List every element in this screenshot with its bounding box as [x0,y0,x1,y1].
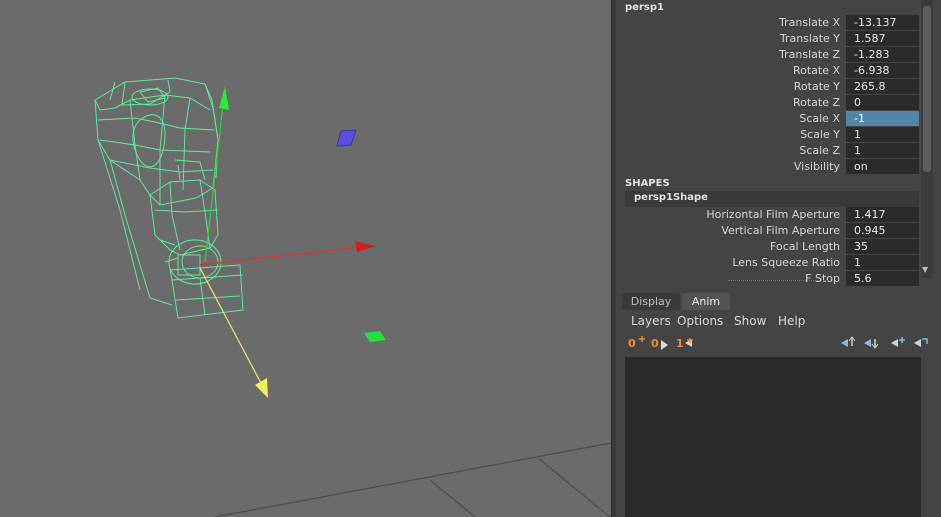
attribute-row[interactable]: Vertical Film Aperture 0.945 [616,223,919,238]
attribute-row[interactable]: Translate X -13.137 [616,15,919,30]
move-layer-up-icon[interactable] [838,336,856,350]
ground-grid [214,442,611,517]
attribute-row[interactable]: Scale Z 1 [616,143,919,158]
attribute-row[interactable]: Focal Length 35 [616,239,919,254]
channel-box-scrollbar[interactable] [921,0,933,278]
attribute-label[interactable]: Rotate X [793,63,840,78]
camera-wireframe [94,77,244,319]
zero-weight-layer-button[interactable]: 0 [651,336,668,352]
attribute-row[interactable]: Horizontal Film Aperture 1.417 [616,207,919,222]
attribute-label[interactable]: Scale Y [800,127,840,142]
attribute-label[interactable]: Rotate Z [793,95,840,110]
key-arrow-icon [685,338,693,347]
attribute-label[interactable]: Translate X [779,15,840,30]
right-panel: persp1 Translate X -13.137 Translate Y 1.58… [616,0,941,517]
scrollbar-thumb[interactable] [923,6,931,172]
menu-show[interactable]: Show [734,313,766,329]
attribute-value-field[interactable]: 35 [846,239,919,254]
attribute-value-field[interactable]: 1 [846,255,919,270]
attribute-row[interactable]: Scale X -1 [616,111,919,126]
menu-options[interactable]: Options [677,313,723,329]
aim-marker-blue [336,129,357,147]
aim-marker-green [364,331,386,342]
attribute-value-field[interactable]: -1.283 [846,47,919,62]
menu-layers[interactable]: Layers [631,313,671,329]
attribute-row[interactable]: F Stop 5.6 [616,271,919,286]
attribute-label[interactable]: Translate Z [779,47,840,62]
attribute-row[interactable]: Lens Squeeze Ratio 1 [616,255,919,270]
tab-anim[interactable]: Anim [682,293,730,310]
shape-node-name: persp1Shape [634,192,708,203]
new-layer-from-selected-icon[interactable] [911,336,929,350]
attribute-value-field[interactable]: 5.6 [846,271,919,286]
zero-key-label: 0 [628,337,636,350]
key-plus-icon [639,336,645,342]
attribute-value-field[interactable]: -6.938 [846,63,919,78]
attribute-value-field[interactable]: 1 [846,143,919,158]
attribute-label[interactable]: Rotate Y [794,79,840,94]
y-axis-manipulator [204,86,229,263]
attribute-row[interactable]: Translate Y 1.587 [616,31,919,46]
attribute-label[interactable]: Horizontal Film Aperture [706,207,840,222]
x-axis-manipulator [199,241,376,266]
attribute-row[interactable]: Rotate Y 265.8 [616,79,919,94]
attribute-row[interactable]: Translate Z -1.283 [616,47,919,62]
attribute-value-field[interactable]: 0.945 [846,223,919,238]
attribute-value-field[interactable]: 265.8 [846,79,919,94]
attribute-value-field[interactable]: -1 [846,111,919,126]
attribute-value-field[interactable]: 1.417 [846,207,919,222]
view-axis-manipulator [199,267,268,398]
attribute-row[interactable]: Rotate Z 0 [616,95,919,110]
attribute-row[interactable]: Rotate X -6.938 [616,63,919,78]
attribute-value-field[interactable]: 0 [846,95,919,110]
tab-display[interactable]: Display [622,293,680,310]
attribute-value-field[interactable]: 1 [846,127,919,142]
viewport-scene[interactable] [0,0,611,517]
object-name[interactable]: persp1 [625,2,664,13]
move-layer-down-icon[interactable] [861,336,879,350]
attribute-label[interactable]: Scale X [799,111,840,126]
attribute-label[interactable]: Focal Length [770,239,840,254]
attribute-label[interactable]: Translate Y [780,31,840,46]
layer-editor: Display Anim Layers Options Show Help 0 … [616,293,941,517]
play-small-icon [661,340,668,350]
attribute-label[interactable]: Scale Z [799,143,840,158]
scroll-down-arrow-icon[interactable]: ▼ [922,265,928,274]
attribute-label[interactable]: Vertical Film Aperture [721,223,840,238]
attribute-value-field[interactable]: -13.137 [846,15,919,30]
attribute-value-field[interactable]: on [846,159,919,174]
attribute-row[interactable]: Visibility on [616,159,919,174]
splitter-dots[interactable] [728,280,828,281]
shapes-header: SHAPES [625,178,670,189]
viewport-3d[interactable] [0,0,611,517]
attribute-label[interactable]: Visibility [794,159,840,174]
attribute-label[interactable]: Lens Squeeze Ratio [732,255,840,270]
zero-weight-label: 0 [651,337,659,350]
new-layer-icon[interactable] [888,336,906,350]
zero-key-layer-button[interactable]: 0 [628,336,645,352]
menu-help[interactable]: Help [778,313,805,329]
attribute-value-field[interactable]: 1.587 [846,31,919,46]
shape-node-bar[interactable]: persp1Shape [625,191,919,207]
layer-list[interactable] [625,357,921,517]
attribute-label[interactable]: F Stop [805,271,840,286]
attribute-row[interactable]: Scale Y 1 [616,127,919,142]
channel-box: persp1 Translate X -13.137 Translate Y 1.58… [616,0,921,288]
one-weight-layer-button[interactable]: 1 [676,336,693,352]
